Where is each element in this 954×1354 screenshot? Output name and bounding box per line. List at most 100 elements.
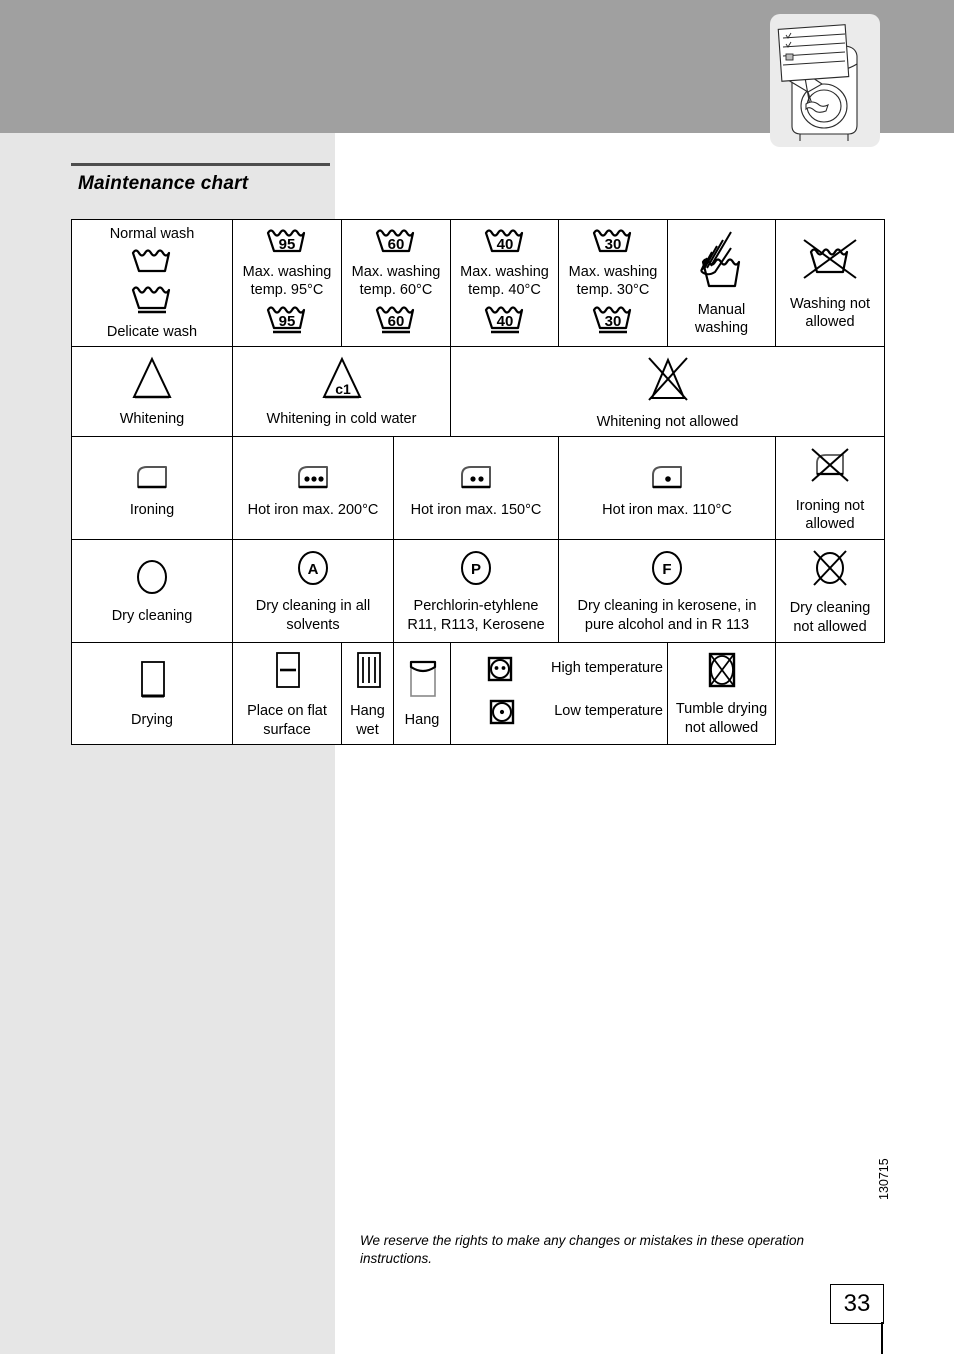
- cell-ironing: Ironing: [71, 436, 233, 540]
- wash-60-label: Max. washing temp. 60°C: [351, 263, 441, 299]
- wash-tub-underline-icon: [129, 283, 175, 321]
- page-number-rule: [881, 1322, 883, 1354]
- cell-manual-washing: Manual washing: [667, 218, 776, 348]
- tumble-dry-high-label: High temperature: [550, 659, 663, 676]
- svg-text:30: 30: [605, 313, 622, 330]
- cell-iron-200: Hot iron max. 200°C: [232, 436, 394, 540]
- wash-tub-40-underline-icon: 40: [482, 303, 528, 341]
- square-drip-dry-icon: [346, 648, 390, 700]
- cell-ironing-not-allowed: Ironing not allowed: [775, 436, 885, 540]
- tumble-dry-crossed-icon: [702, 650, 742, 698]
- tumble-dry-low-row: Low temperature: [455, 699, 663, 731]
- cell-iron-110: Hot iron max. 110°C: [558, 436, 776, 540]
- svg-text:40: 40: [496, 313, 513, 330]
- whitening-not-allowed-label: Whitening not allowed: [596, 413, 739, 430]
- wash-tub-40-icon: 40: [482, 226, 528, 260]
- cell-perchloroethylene: P Perchlorin-etyhlene R11, R113, Kerosen…: [393, 538, 559, 643]
- heading-rule: [71, 163, 330, 166]
- iron-200-label: Hot iron max. 200°C: [247, 502, 379, 519]
- table-row-whitening: Whitening c1 Whitening in cold water Whi…: [71, 346, 885, 438]
- place-on-flat-surface-label: Place on flat surface: [247, 703, 327, 738]
- wash-30-label: Max. washing temp. 30°C: [568, 263, 658, 299]
- triangle-c1-icon: c1: [318, 355, 366, 407]
- circle-f-icon: F: [645, 547, 689, 595]
- cell-whitening: Whitening: [71, 346, 233, 438]
- perchloroethylene-label: Perchlorin-etyhlene R11, R113, Kerosene: [407, 598, 545, 634]
- wash-40-label: Max. washing temp. 40°C: [460, 263, 549, 299]
- cell-dry-cleaning: Dry cleaning: [71, 538, 233, 643]
- cell-hang-wet: Hang wet: [341, 641, 394, 746]
- square-line-dry-icon: [400, 657, 444, 709]
- table-row-ironing: Ironing Hot iron max. 200°C Hot iron max…: [71, 436, 885, 540]
- ironing-not-allowed-label: Ironing not allowed: [795, 497, 865, 533]
- svg-text:F: F: [662, 561, 671, 578]
- whitening-cold-water-label: Whitening in cold water: [266, 410, 417, 427]
- cell-normal-delicate-wash: Normal wash Delicate wash: [71, 218, 233, 348]
- table-row-dry-cleaning: Dry cleaning A Dry cleaning in all solve…: [71, 538, 885, 643]
- drying-label: Drying: [131, 712, 173, 729]
- tumble-drying-not-allowed-label: Tumble drying not allowed: [675, 701, 768, 736]
- wash-tub-icon: [129, 246, 175, 280]
- wash-95-label: Max. washing temp. 95°C: [242, 263, 332, 299]
- disclaimer-text: We reserve the rights to make any change…: [360, 1233, 804, 1267]
- cell-iron-150: Hot iron max. 150°C: [393, 436, 559, 540]
- washing-not-allowed-label: Washing not allowed: [789, 295, 871, 331]
- svg-text:60: 60: [388, 236, 405, 253]
- cell-wash-30: 30 Max. washing temp. 30°C 30: [558, 218, 668, 348]
- dry-cleaning-all-solvents-label: Dry cleaning in all solvents: [255, 598, 371, 634]
- svg-text:P: P: [471, 561, 481, 578]
- tumble-dry-low-label: Low temperature: [554, 703, 663, 720]
- cell-washing-not-allowed: Washing not allowed: [775, 218, 885, 348]
- cell-dry-cleaning-not-allowed: Dry cleaning not allowed: [775, 538, 885, 643]
- iron-1dot-icon: [641, 457, 693, 499]
- wash-tub-60-underline-icon: 60: [373, 303, 419, 341]
- svg-text:95: 95: [279, 313, 296, 330]
- square-drying-icon: [130, 657, 174, 709]
- hang-wet-label: Hang wet: [350, 703, 385, 738]
- hand-wash-icon: [693, 228, 751, 298]
- cell-dry-cleaning-kerosene: F Dry cleaning in kerosene, in pure alco…: [558, 538, 776, 643]
- iron-3dots-icon: [287, 457, 339, 499]
- svg-text:95: 95: [279, 236, 296, 253]
- triangle-icon: [128, 355, 176, 407]
- table-row-washing: Normal wash Delicate wash 95 Max. washin…: [71, 218, 885, 348]
- wash-tub-crossed-icon: [798, 234, 862, 292]
- cell-tumble-drying-not-allowed: Tumble drying not allowed: [667, 641, 776, 746]
- svg-text:40: 40: [496, 236, 513, 253]
- circle-crossed-icon: [804, 545, 856, 597]
- dry-cleaning-label: Dry cleaning: [111, 607, 193, 624]
- hang-label: Hang: [404, 712, 440, 729]
- cell-hang: Hang: [393, 641, 451, 746]
- cell-dry-cleaning-all-solvents: A Dry cleaning in all solvents: [232, 538, 394, 643]
- circle-icon: [130, 556, 174, 604]
- tumble-dry-low-icon: [489, 699, 515, 731]
- dry-cleaning-kerosene-label: Dry cleaning in kerosene, in pure alcoho…: [577, 598, 757, 634]
- circle-p-icon: P: [454, 547, 498, 595]
- normal-wash-label: Normal wash: [109, 226, 195, 242]
- delicate-wash-label: Delicate wash: [106, 323, 198, 340]
- svg-text:60: 60: [388, 313, 405, 330]
- wash-tub-60-icon: 60: [373, 226, 419, 260]
- wash-tub-30-icon: 30: [590, 226, 636, 260]
- cell-whitening-cold-water: c1 Whitening in cold water: [232, 346, 451, 438]
- svg-text:c1: c1: [335, 381, 351, 397]
- triangle-crossed-icon: [641, 352, 695, 410]
- cell-place-on-flat-surface: Place on flat surface: [232, 641, 342, 746]
- tumble-dry-high-row: High temperature: [455, 656, 663, 688]
- cell-wash-95: 95 Max. washing temp. 95°C 95: [232, 218, 342, 348]
- washing-machine-with-care-label-icon: [770, 14, 880, 147]
- wash-tub-95-underline-icon: 95: [264, 303, 310, 341]
- iron-150-label: Hot iron max. 150°C: [410, 502, 542, 519]
- ironing-label: Ironing: [129, 502, 175, 519]
- table-row-drying: Drying Place on flat surface Hang wet Ha…: [71, 641, 885, 746]
- cell-wash-40: 40 Max. washing temp. 40°C 40: [450, 218, 559, 348]
- wash-tub-95-icon: 95: [264, 226, 310, 260]
- document-code: 130715: [877, 1158, 891, 1200]
- cell-drying: Drying: [71, 641, 233, 746]
- iron-110-label: Hot iron max. 110°C: [602, 502, 732, 519]
- cell-wash-60: 60 Max. washing temp. 60°C 60: [341, 218, 451, 348]
- tumble-dry-high-icon: [487, 656, 513, 688]
- wash-tub-30-underline-icon: 30: [590, 303, 636, 341]
- svg-text:30: 30: [605, 236, 622, 253]
- manual-washing-label: Manual washing: [694, 301, 749, 337]
